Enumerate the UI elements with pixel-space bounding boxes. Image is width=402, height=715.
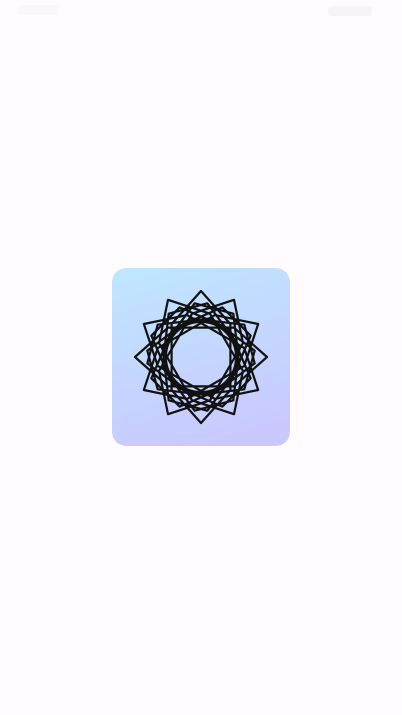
status-bar-time-area	[18, 5, 58, 15]
status-bar-system-icons	[328, 6, 372, 16]
spirograph-logo-icon	[112, 268, 290, 446]
app-splash-icon	[112, 268, 290, 446]
status-bar	[0, 0, 402, 24]
icon-background	[112, 268, 290, 446]
